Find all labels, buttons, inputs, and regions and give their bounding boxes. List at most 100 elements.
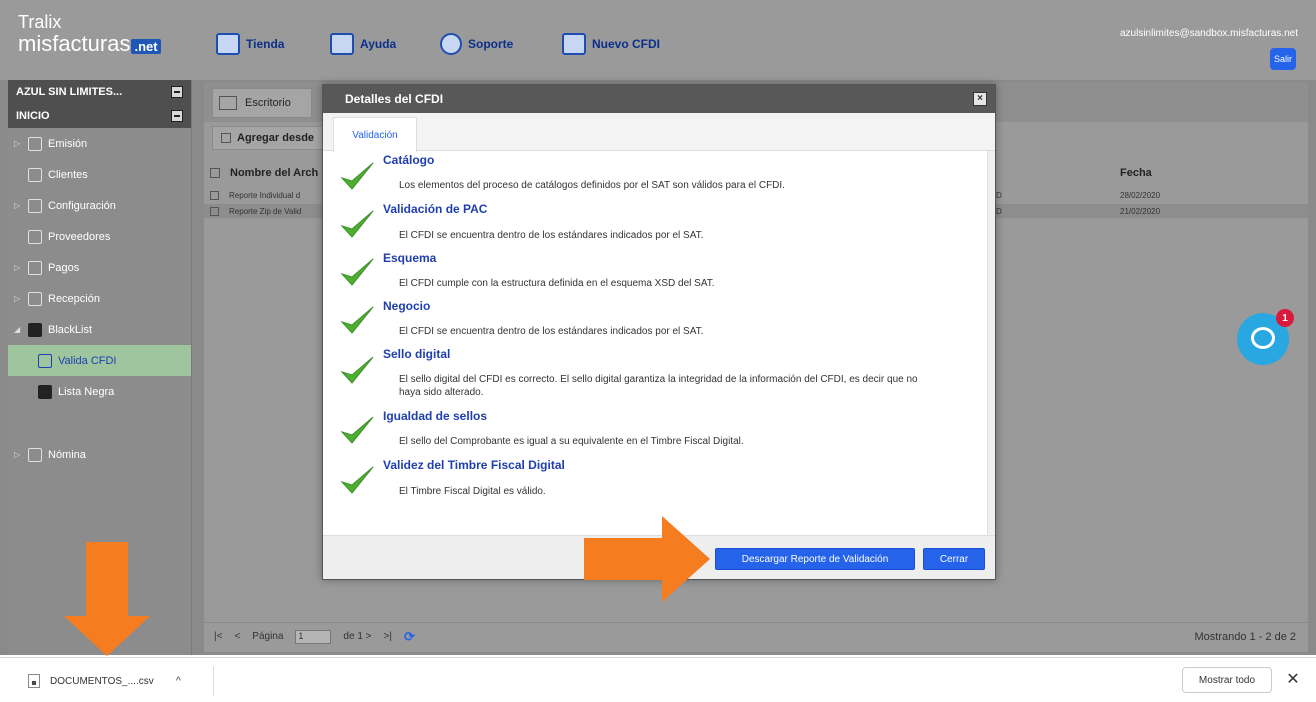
chevron-up-icon[interactable]: ^ xyxy=(176,675,181,687)
payroll-icon xyxy=(28,447,42,462)
validation-description: El sello del Comprobante es igual a su e… xyxy=(399,436,744,447)
tab-escritorio[interactable]: Escritorio xyxy=(212,88,312,118)
row-checkbox[interactable] xyxy=(210,190,219,200)
chat-icon xyxy=(1251,327,1275,349)
help-book-icon xyxy=(330,33,354,55)
blacklist-icon xyxy=(28,322,42,337)
check-icon xyxy=(340,210,374,238)
validation-title: Igualdad de sellos xyxy=(383,409,488,423)
sidebar-item-label: Nómina xyxy=(48,448,86,461)
row-partial-cell: D xyxy=(996,190,1002,200)
download-bar: DOCUMENTOS_....csv ^ Mostrar todo ✕ xyxy=(0,657,1316,702)
nav-nuevo-cfdi-label: Nuevo CFDI xyxy=(592,37,661,51)
nav-tienda-label: Tienda xyxy=(246,37,285,51)
sidebar-company-header[interactable]: AZUL SIN LIMITES... xyxy=(8,80,191,104)
check-icon xyxy=(340,466,374,494)
prev-page-button[interactable]: < xyxy=(234,631,240,642)
close-icon[interactable]: ✕ xyxy=(1284,670,1302,688)
nav-nuevo-cfdi[interactable]: Nuevo CFDI xyxy=(562,31,660,57)
logo-line2: misfacturas .net xyxy=(18,31,188,57)
logout-button[interactable]: Salir xyxy=(1270,48,1296,70)
refresh-icon[interactable]: ⟳ xyxy=(404,629,415,645)
check-icon xyxy=(340,258,374,286)
row-checkbox[interactable] xyxy=(210,206,219,216)
close-icon[interactable]: × xyxy=(973,92,987,106)
pager: |< < Página 1 de 1 > >| ⟳ Mostrando 1 - … xyxy=(204,622,1308,650)
check-icon xyxy=(340,162,374,190)
validation-description: El CFDI se encuentra dentro de los están… xyxy=(399,230,704,241)
sidebar-item-label: Lista Negra xyxy=(58,385,115,398)
column-name-header[interactable]: Nombre del Arch xyxy=(230,167,318,179)
first-page-button[interactable]: |< xyxy=(214,631,222,642)
expand-arrow-icon: ▷ xyxy=(14,450,21,459)
emission-icon xyxy=(28,136,42,151)
sidebar-item-clientes[interactable]: Clientes xyxy=(8,159,191,190)
app-window: Tralix misfacturas .net Tienda Ayuda Sopo… xyxy=(0,0,1316,656)
new-document-icon xyxy=(562,33,586,55)
sidebar-item-label: Configuración xyxy=(48,199,116,212)
logo-suffix: .net xyxy=(131,39,161,54)
validation-description: El Timbre Fiscal Digital es válido. xyxy=(399,486,546,497)
sidebar-item-configuracion[interactable]: ▷ Configuración xyxy=(8,190,191,221)
logo-line1: Tralix xyxy=(18,12,62,32)
sidebar-item-label: BlackList xyxy=(48,323,93,336)
suppliers-icon xyxy=(28,229,42,244)
settings-icon xyxy=(28,198,42,213)
sidebar-item-recepcion[interactable]: ▷ Recepción xyxy=(8,283,191,314)
nav-ayuda[interactable]: Ayuda xyxy=(330,31,396,57)
file-icon xyxy=(28,674,40,688)
add-from-button[interactable]: Agregar desde xyxy=(212,126,324,150)
nav-ayuda-label: Ayuda xyxy=(360,37,397,51)
validation-title: Catálogo xyxy=(383,153,435,167)
sidebar-item-lista-negra[interactable]: Lista Negra xyxy=(8,376,191,407)
down-arrow-icon xyxy=(64,542,150,656)
blacklist-user-icon xyxy=(38,384,52,399)
nav-soporte[interactable]: Soporte xyxy=(440,31,513,57)
sidebar-item-nomina[interactable]: ▷ Nómina xyxy=(8,439,191,470)
sidebar-item-valida-cfdi[interactable]: Valida CFDI xyxy=(8,345,191,376)
show-all-button[interactable]: Mostrar todo xyxy=(1182,667,1272,693)
top-bar: Tralix misfacturas .net Tienda Ayuda Sopo… xyxy=(0,0,1316,80)
modal-header: Detalles del CFDI × xyxy=(323,85,995,113)
collapse-icon[interactable] xyxy=(171,86,183,98)
sidebar-item-label: Proveedores xyxy=(48,230,111,243)
last-page-button[interactable]: >| xyxy=(384,631,392,642)
modal-scrollbar[interactable] xyxy=(987,151,995,535)
check-icon xyxy=(340,306,374,334)
select-all-checkbox[interactable] xyxy=(210,168,220,178)
notification-badge: 1 xyxy=(1276,309,1294,327)
validation-title: Validación de PAC xyxy=(383,202,488,216)
close-button[interactable]: Cerrar xyxy=(923,548,985,570)
user-email: azulsinlimites@sandbox.misfacturas.net xyxy=(1119,28,1298,39)
check-icon xyxy=(340,356,374,384)
sidebar-item-label: Valida CFDI xyxy=(58,354,117,367)
page-label: Página xyxy=(252,631,284,642)
column-date-header[interactable]: Fecha xyxy=(1120,167,1152,179)
expand-arrow-icon: ▷ xyxy=(14,294,21,303)
sidebar-item-pagos[interactable]: ▷ Pagos xyxy=(8,252,191,283)
download-item[interactable]: DOCUMENTOS_....csv ^ xyxy=(14,666,214,696)
tab-validacion[interactable]: Validación xyxy=(333,117,417,152)
logo: Tralix misfacturas .net xyxy=(18,12,188,72)
download-report-button[interactable]: Descargar Reporte de Validación xyxy=(715,548,915,570)
validate-icon xyxy=(38,353,52,368)
row-partial-cell: D xyxy=(996,206,1002,216)
cfdi-details-modal: Detalles del CFDI × Validación Catálogo … xyxy=(322,84,996,580)
sidebar-section-header[interactable]: INICIO xyxy=(8,104,191,128)
expand-arrow-icon: ▷ xyxy=(14,139,21,148)
store-icon xyxy=(216,33,240,55)
validation-description: El sello digital del CFDI es correcto. E… xyxy=(399,374,918,398)
validation-title: Validez del Timbre Fiscal Digital xyxy=(383,458,565,472)
sidebar-item-emision[interactable]: ▷ Emisión xyxy=(8,128,191,159)
right-arrow-icon xyxy=(584,516,710,602)
sidebar-item-blacklist[interactable]: ◢ BlackList xyxy=(8,314,191,345)
validation-description: El CFDI cumple con la estructura definid… xyxy=(399,278,715,289)
modal-tab-bar: Validación xyxy=(323,113,995,152)
nav-tienda[interactable]: Tienda xyxy=(216,31,284,57)
collapse-icon[interactable] xyxy=(171,110,183,122)
sidebar-item-proveedores[interactable]: Proveedores xyxy=(8,221,191,252)
sidebar-section-label: INICIO xyxy=(16,110,50,122)
modal-title: Detalles del CFDI xyxy=(345,92,444,106)
validation-list: Catálogo Los elementos del proceso de ca… xyxy=(323,151,995,535)
page-input[interactable]: 1 xyxy=(295,629,332,644)
